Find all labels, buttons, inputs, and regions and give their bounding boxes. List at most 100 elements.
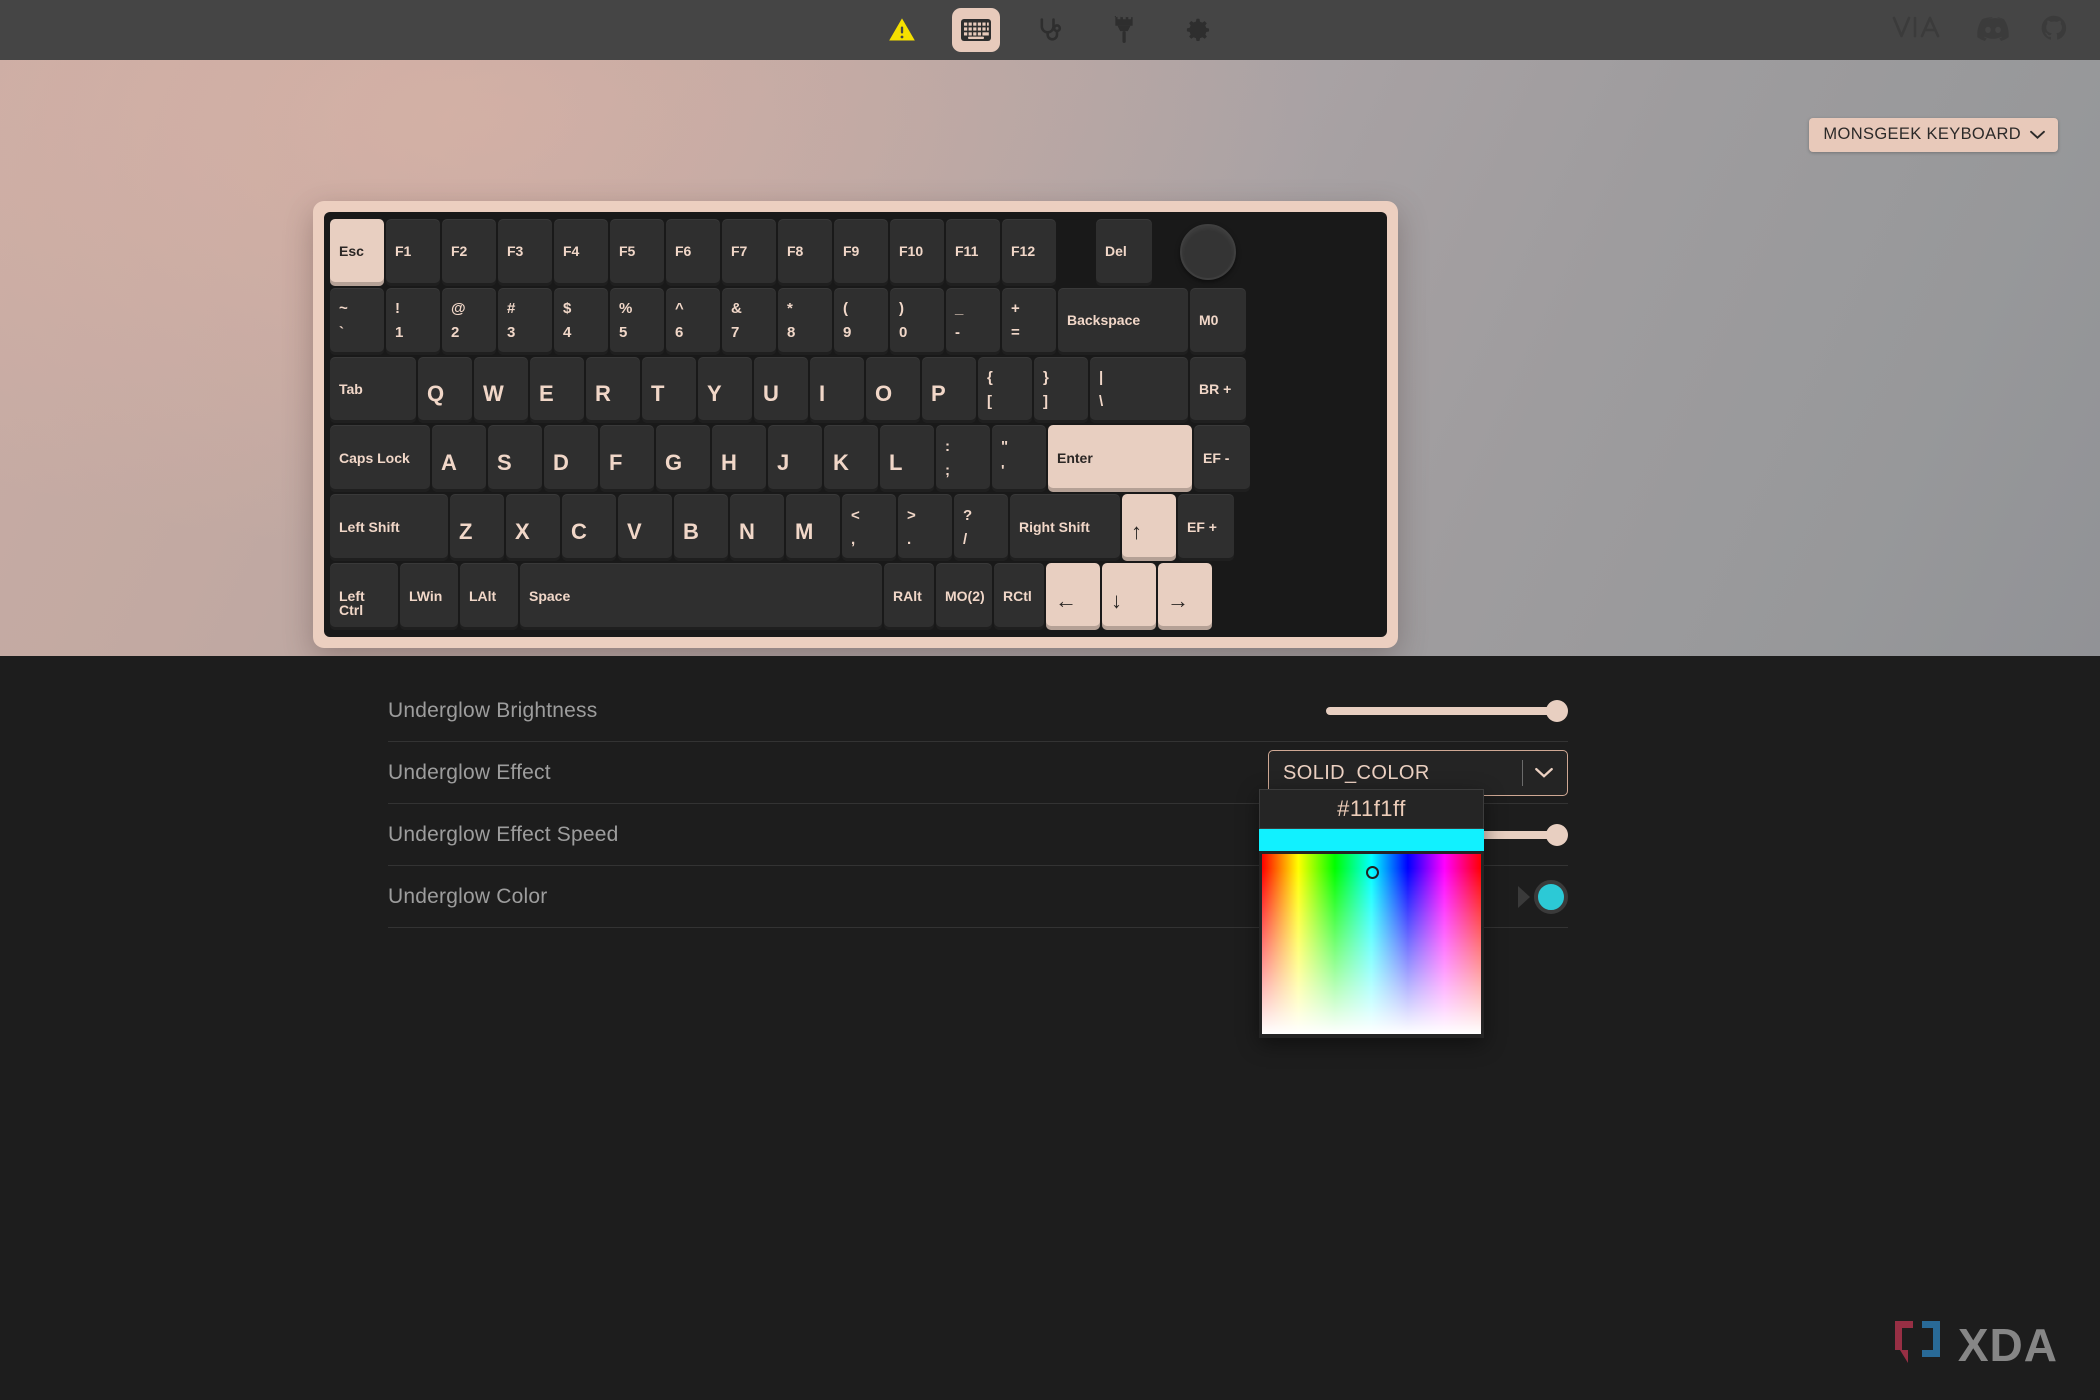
key--[interactable]: ^ 6 bbox=[666, 287, 720, 355]
key-caps-lock[interactable]: Caps Lock bbox=[330, 425, 430, 493]
key--[interactable]: ← bbox=[1046, 563, 1100, 630]
key-lalt[interactable]: LAlt bbox=[460, 563, 518, 630]
via-logo-icon-button[interactable] bbox=[1892, 15, 1946, 46]
rotary-knob[interactable] bbox=[1174, 219, 1242, 286]
key--[interactable]: | \ bbox=[1090, 356, 1188, 424]
key-f2[interactable]: F2 bbox=[442, 219, 496, 286]
color-picker-popover[interactable]: #11f1ff bbox=[1259, 789, 1484, 1038]
key-u[interactable]: U bbox=[754, 356, 808, 424]
key-rctl[interactable]: RCtl bbox=[994, 563, 1044, 630]
key-f10[interactable]: F10 bbox=[890, 219, 944, 286]
key--[interactable]: <, bbox=[842, 494, 896, 562]
key--[interactable]: ! 1 bbox=[386, 287, 440, 355]
key--[interactable]: ↑ bbox=[1122, 494, 1176, 562]
key-k[interactable]: K bbox=[824, 425, 878, 493]
slider-thumb[interactable] bbox=[1546, 824, 1568, 846]
key-tab[interactable]: Tab bbox=[330, 356, 416, 424]
discord-icon-button[interactable] bbox=[1976, 15, 2010, 46]
key-f[interactable]: F bbox=[600, 425, 654, 493]
key-p[interactable]: P bbox=[922, 356, 976, 424]
key-f8[interactable]: F8 bbox=[778, 219, 832, 286]
warning-icon-button[interactable] bbox=[878, 8, 926, 52]
slider-thumb[interactable] bbox=[1546, 700, 1568, 722]
key-f3[interactable]: F3 bbox=[498, 219, 552, 286]
key-enter[interactable]: Enter bbox=[1048, 425, 1192, 493]
key--[interactable]: {[ bbox=[978, 356, 1032, 424]
key--[interactable]: }] bbox=[1034, 356, 1088, 424]
slider-underglow-brightness[interactable] bbox=[1326, 698, 1568, 724]
key--[interactable]: :; bbox=[936, 425, 990, 493]
key-m0[interactable]: M0 bbox=[1190, 287, 1246, 355]
key-d[interactable]: D bbox=[544, 425, 598, 493]
keyboard-selector-dropdown[interactable]: MONSGEEK KEYBOARD bbox=[1809, 118, 2058, 152]
key-f6[interactable]: F6 bbox=[666, 219, 720, 286]
gear-icon-button[interactable] bbox=[1174, 8, 1222, 52]
key-x[interactable]: X bbox=[506, 494, 560, 562]
key--[interactable]: (9 bbox=[834, 287, 888, 355]
key-h[interactable]: H bbox=[712, 425, 766, 493]
key--[interactable]: + = bbox=[1002, 287, 1056, 355]
key-br-[interactable]: BR + bbox=[1190, 356, 1246, 424]
key-s[interactable]: S bbox=[488, 425, 542, 493]
key-b[interactable]: B bbox=[674, 494, 728, 562]
key-backspace[interactable]: Backspace bbox=[1058, 287, 1188, 355]
stethoscope-icon-button[interactable] bbox=[1026, 8, 1074, 52]
key-f4[interactable]: F4 bbox=[554, 219, 608, 286]
key--[interactable]: @2 bbox=[442, 287, 496, 355]
underglow-color-control[interactable] bbox=[1518, 880, 1568, 914]
key-e[interactable]: E bbox=[530, 356, 584, 424]
key--[interactable]: ~ ` bbox=[330, 287, 384, 355]
key-del[interactable]: Del bbox=[1096, 219, 1152, 286]
key-t[interactable]: T bbox=[642, 356, 696, 424]
key-i[interactable]: I bbox=[810, 356, 864, 424]
key-v[interactable]: V bbox=[618, 494, 672, 562]
key-r[interactable]: R bbox=[586, 356, 640, 424]
key--[interactable]: ) 0 bbox=[890, 287, 944, 355]
key-y[interactable]: Y bbox=[698, 356, 752, 424]
key-ef-[interactable]: EF + bbox=[1178, 494, 1234, 562]
key-f9[interactable]: F9 bbox=[834, 219, 888, 286]
key-lwin[interactable]: LWin bbox=[400, 563, 458, 630]
underglow-color-swatch[interactable] bbox=[1534, 880, 1568, 914]
key--[interactable]: ↓ bbox=[1102, 563, 1156, 630]
key-right-shift[interactable]: Right Shift bbox=[1010, 494, 1120, 562]
key-o[interactable]: O bbox=[866, 356, 920, 424]
key-q[interactable]: Q bbox=[418, 356, 472, 424]
key-n[interactable]: N bbox=[730, 494, 784, 562]
color-picker-cursor[interactable] bbox=[1365, 866, 1379, 879]
key-mo-2-[interactable]: MO(2) bbox=[936, 563, 992, 630]
key-f7[interactable]: F7 bbox=[722, 219, 776, 286]
key-l[interactable]: L bbox=[880, 425, 934, 493]
key--[interactable]: _ - bbox=[946, 287, 1000, 355]
key-space[interactable]: Space bbox=[520, 563, 882, 630]
color-hex-input[interactable]: #11f1ff bbox=[1259, 789, 1484, 829]
key-left-shift[interactable]: Left Shift bbox=[330, 494, 448, 562]
key-c[interactable]: C bbox=[562, 494, 616, 562]
key-j[interactable]: J bbox=[768, 425, 822, 493]
key--[interactable]: #3 bbox=[498, 287, 552, 355]
key--[interactable]: % 5 bbox=[610, 287, 664, 355]
key--[interactable]: " ' bbox=[992, 425, 1046, 493]
github-icon-button[interactable] bbox=[2040, 14, 2068, 47]
key-esc[interactable]: Esc bbox=[330, 219, 384, 286]
key-f1[interactable]: F1 bbox=[386, 219, 440, 286]
color-gradient-area[interactable] bbox=[1262, 854, 1481, 1034]
key-f12[interactable]: F12 bbox=[1002, 219, 1056, 286]
key--[interactable]: * 8 bbox=[778, 287, 832, 355]
key--[interactable]: >. bbox=[898, 494, 952, 562]
key-f11[interactable]: F11 bbox=[946, 219, 1000, 286]
key-f5[interactable]: F5 bbox=[610, 219, 664, 286]
key-ef-[interactable]: EF - bbox=[1194, 425, 1250, 493]
paintbrush-icon-button[interactable] bbox=[1100, 8, 1148, 52]
key-m[interactable]: M bbox=[786, 494, 840, 562]
key-w[interactable]: W bbox=[474, 356, 528, 424]
key--[interactable]: ? / bbox=[954, 494, 1008, 562]
key-ralt[interactable]: RAlt bbox=[884, 563, 934, 630]
key--[interactable]: & 7 bbox=[722, 287, 776, 355]
key-z[interactable]: Z bbox=[450, 494, 504, 562]
keyboard-icon-button[interactable] bbox=[952, 8, 1000, 52]
key-a[interactable]: A bbox=[432, 425, 486, 493]
key--[interactable]: $4 bbox=[554, 287, 608, 355]
key-g[interactable]: G bbox=[656, 425, 710, 493]
key--[interactable]: → bbox=[1158, 563, 1212, 630]
